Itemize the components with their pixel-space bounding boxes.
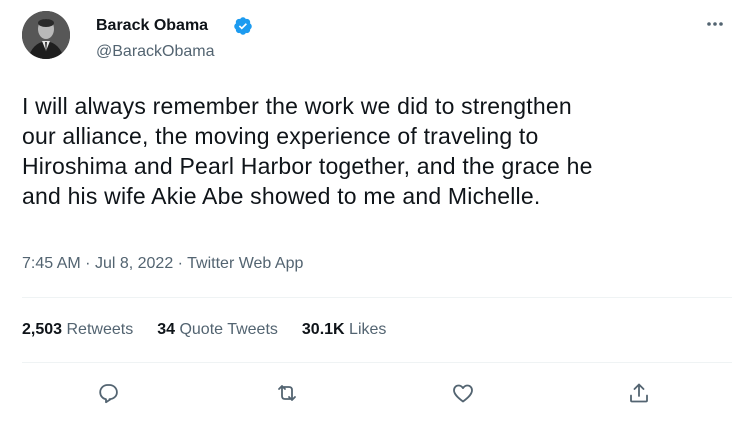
avatar-photo: [22, 11, 70, 59]
likes-stat[interactable]: 30.1K Likes: [302, 320, 387, 340]
reply-icon[interactable]: [96, 380, 122, 406]
tweet-source[interactable]: Twitter Web App: [187, 255, 303, 272]
tweet-text-line: and his wife Akie Abe showed to me and M…: [22, 183, 541, 209]
divider: [22, 362, 732, 363]
quotes-label: Quote Tweets: [179, 321, 278, 338]
quotes-count: 34: [157, 321, 175, 338]
handle[interactable]: @BarackObama: [96, 42, 215, 62]
verified-badge-icon: [233, 16, 253, 36]
retweets-count: 2,503: [22, 321, 63, 338]
tweet-text-line: our alliance, the moving experience of t…: [22, 123, 539, 149]
tweet-time[interactable]: 7:45 AM: [22, 255, 81, 272]
divider: [22, 297, 732, 298]
tweet-card: Barack Obama @BarackObama I will always …: [0, 0, 753, 423]
quote-tweets-stat[interactable]: 34 Quote Tweets: [157, 320, 278, 340]
more-options-icon[interactable]: [702, 14, 728, 34]
likes-label: Likes: [349, 321, 387, 338]
avatar[interactable]: [22, 11, 70, 59]
tweet-text-line: I will always remember the work we did t…: [22, 93, 572, 119]
engagement-stats: 2,503 Retweets 34 Quote Tweets 30.1K Lik…: [22, 320, 410, 340]
tweet-meta: 7:45 AM · Jul 8, 2022 · Twitter Web App: [22, 254, 303, 274]
retweets-label: Retweets: [66, 321, 134, 338]
meta-separator: ·: [177, 255, 188, 272]
retweet-icon[interactable]: [274, 380, 300, 406]
likes-count: 30.1K: [301, 321, 345, 338]
meta-separator: ·: [85, 255, 95, 272]
retweets-stat[interactable]: 2,503 Retweets: [22, 320, 133, 340]
like-icon[interactable]: [450, 380, 476, 406]
tweet-text-line: Hiroshima and Pearl Harbor together, and…: [22, 153, 593, 179]
tweet-text: I will always remember the work we did t…: [22, 91, 734, 211]
tweet-date[interactable]: Jul 8, 2022: [95, 255, 173, 272]
share-icon[interactable]: [626, 380, 652, 406]
display-name[interactable]: Barack Obama: [96, 16, 208, 36]
